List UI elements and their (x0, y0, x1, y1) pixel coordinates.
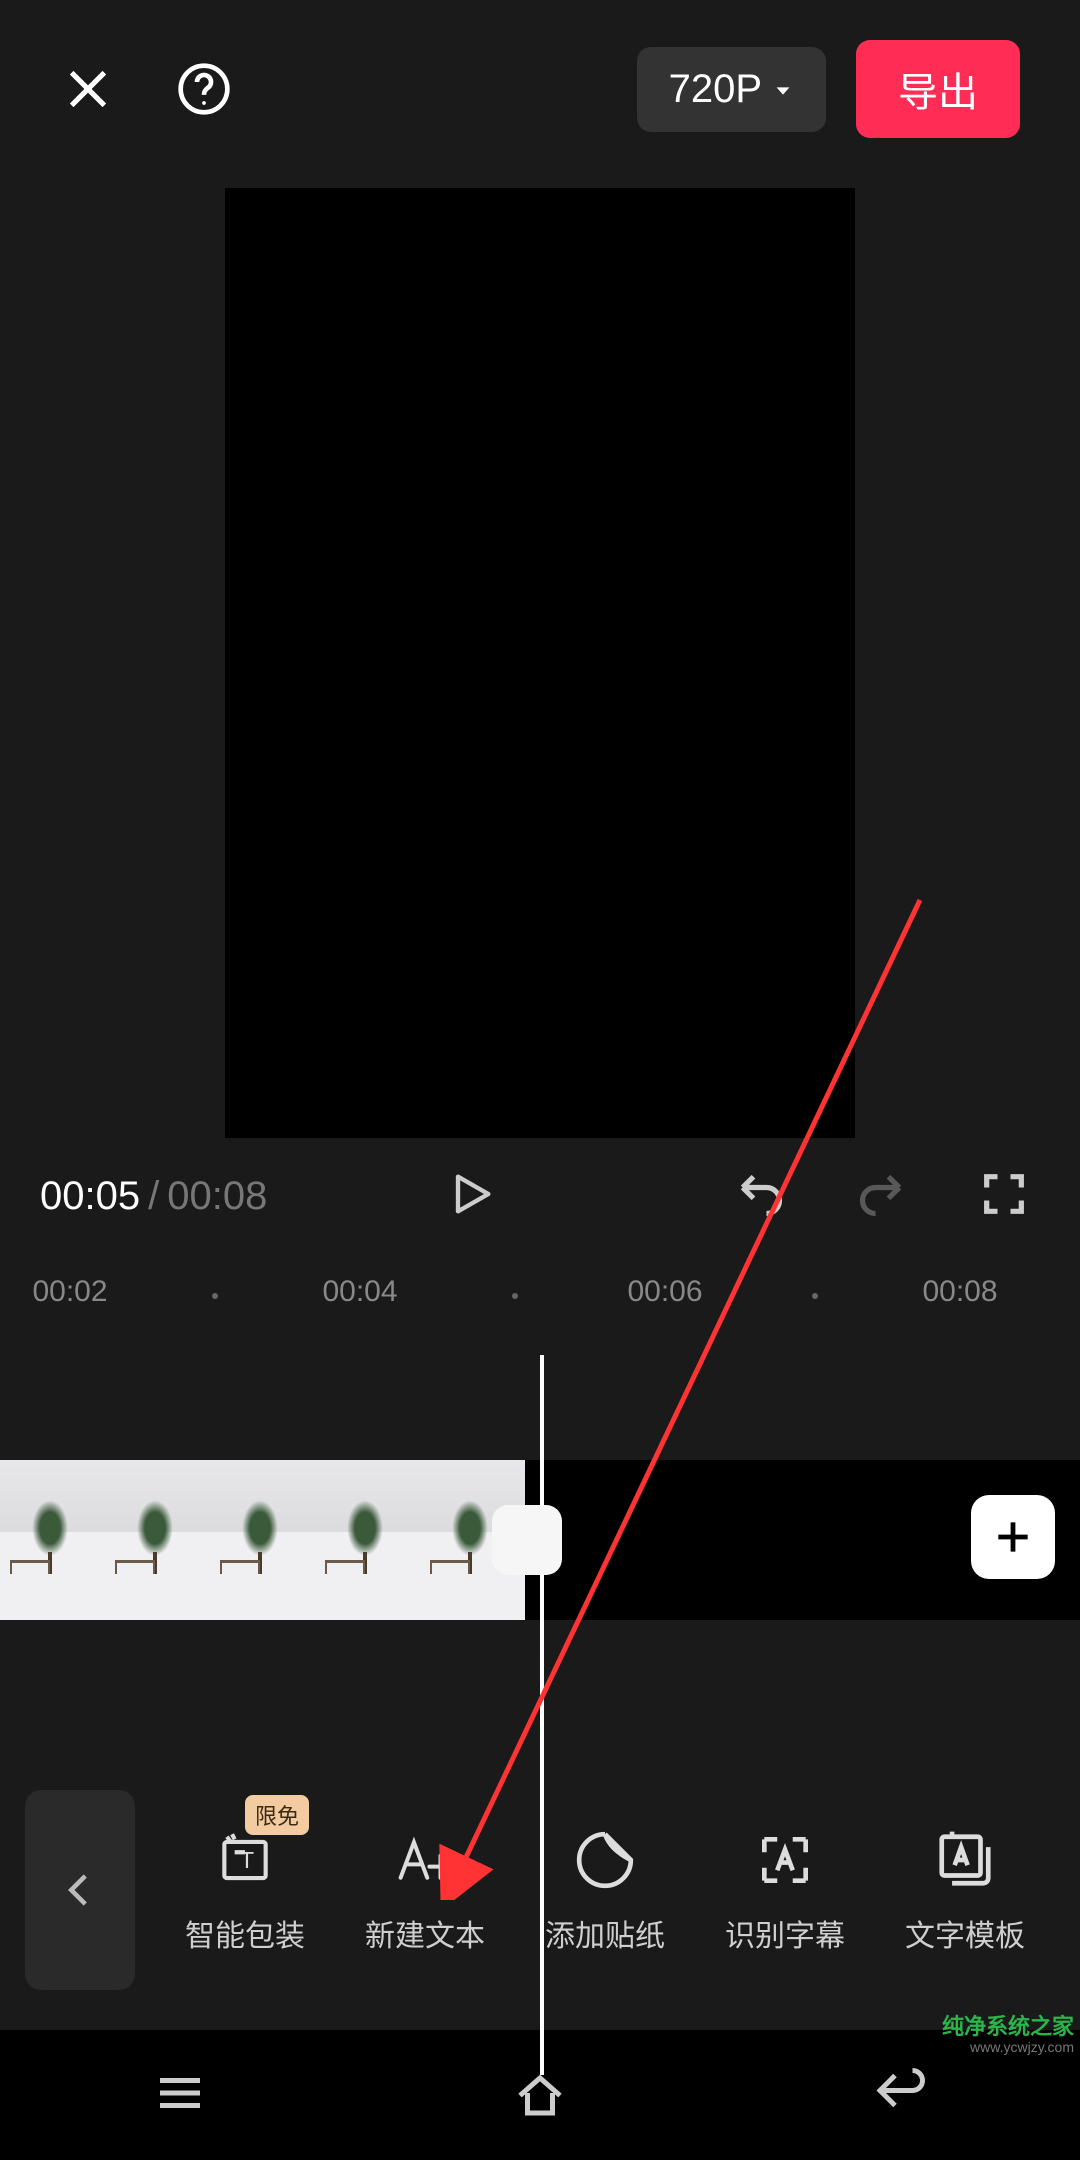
new-text-icon (394, 1825, 456, 1895)
tool-new-text[interactable]: 新建文本 (365, 1825, 485, 1955)
header-bar: 720P 导出 (0, 0, 1080, 178)
time-separator: / (148, 1174, 159, 1219)
watermark: 纯净系统之家 www.ycwjzy.com (942, 2015, 1074, 2055)
ruler-dot (212, 1293, 218, 1299)
current-time: 00:05 (40, 1174, 140, 1219)
tool-label: 识别字幕 (725, 1911, 845, 1955)
free-badge: 限免 (245, 1795, 309, 1835)
export-button[interactable]: 导出 (856, 40, 1020, 138)
export-label: 导出 (898, 71, 978, 115)
play-button[interactable] (445, 1168, 497, 1225)
transition-handle[interactable] (492, 1505, 562, 1575)
ruler-mark: 00:02 (32, 1275, 107, 1309)
video-clip[interactable] (0, 1460, 530, 1620)
nav-menu-icon[interactable] (150, 2063, 210, 2128)
sticker-icon (574, 1825, 636, 1895)
tool-text-template[interactable]: 文字模板 (905, 1825, 1025, 1955)
preview-area (0, 178, 1080, 1148)
nav-back-icon[interactable] (870, 2063, 930, 2128)
tool-label: 添加贴纸 (545, 1911, 665, 1955)
help-icon[interactable] (176, 61, 232, 117)
tool-label: 文字模板 (905, 1911, 1025, 1955)
watermark-line2: www.ycwjzy.com (942, 2040, 1074, 2055)
ruler-dot (512, 1293, 518, 1299)
tool-smart-package[interactable]: 限免 T 智能包装 (185, 1825, 305, 1955)
tool-sticker[interactable]: 添加贴纸 (545, 1825, 665, 1955)
redo-icon[interactable] (856, 1168, 908, 1225)
clip-thumbnail (315, 1460, 420, 1620)
svg-text:T: T (240, 1847, 254, 1873)
resolution-label: 720P (669, 67, 762, 112)
smart-package-icon: T (214, 1825, 276, 1895)
ruler-mark: 00:06 (627, 1275, 702, 1309)
tools-container: 限免 T 智能包装 新建文本 添加贴纸 识别字幕 (155, 1825, 1055, 1955)
playhead[interactable] (540, 1355, 544, 2075)
tool-label: 智能包装 (185, 1911, 305, 1955)
fullscreen-icon[interactable] (978, 1168, 1030, 1225)
watermark-line1: 纯净系统之家 (942, 2015, 1074, 2039)
video-preview[interactable] (225, 188, 855, 1138)
subtitle-icon (754, 1825, 816, 1895)
text-template-icon (934, 1825, 996, 1895)
header-right: 720P 导出 (637, 40, 1020, 138)
ruler-mark: 00:04 (322, 1275, 397, 1309)
add-clip-button[interactable] (971, 1495, 1055, 1579)
playback-bar: 00:05 / 00:08 (0, 1148, 1080, 1245)
chevron-down-icon (772, 67, 794, 112)
clip-thumbnail (210, 1460, 315, 1620)
timeline-ruler[interactable]: 00:02 00:04 00:06 00:08 (0, 1245, 1080, 1365)
playback-right-controls (734, 1168, 1030, 1225)
back-button[interactable] (25, 1790, 135, 1990)
ruler-mark: 00:08 (922, 1275, 997, 1309)
resolution-button[interactable]: 720P (637, 47, 826, 132)
tool-label: 新建文本 (365, 1911, 485, 1955)
clip-thumbnail (0, 1460, 105, 1620)
total-time: 00:08 (167, 1174, 267, 1219)
ruler-dot (812, 1293, 818, 1299)
clip-thumbnail (105, 1460, 210, 1620)
undo-icon[interactable] (734, 1168, 786, 1225)
close-icon[interactable] (60, 61, 116, 117)
tool-subtitle[interactable]: 识别字幕 (725, 1825, 845, 1955)
